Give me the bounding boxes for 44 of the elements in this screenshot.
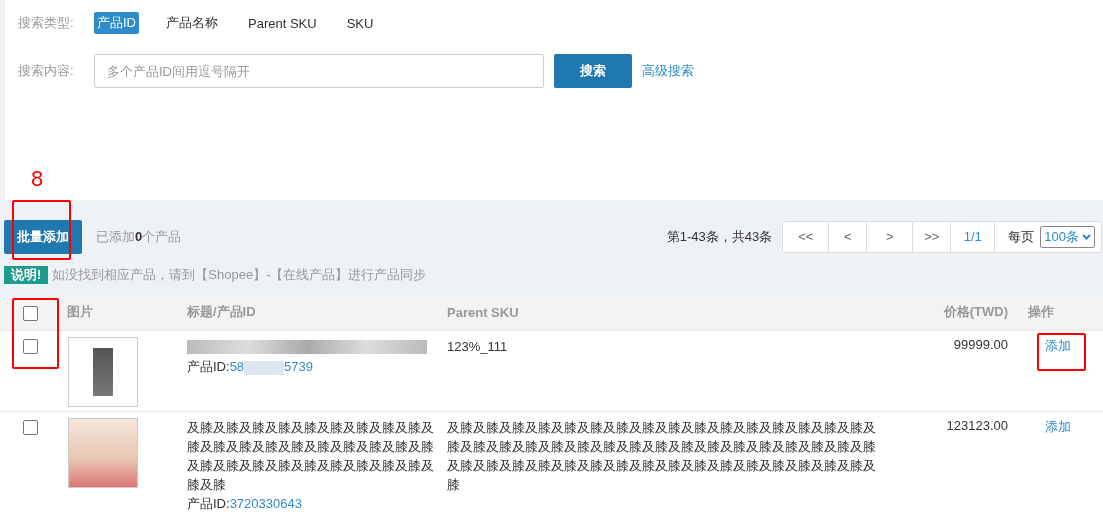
column-header: 标题/产品ID (187, 303, 256, 321)
bulk-add-button[interactable]: 批量添加 (4, 219, 82, 254)
price-text: 123123.00 (946, 418, 1008, 433)
add-link[interactable]: 添加 (1045, 419, 1071, 434)
column-header: 图片 (67, 303, 93, 321)
select-all-checkbox[interactable] (22, 305, 38, 321)
product-id-link[interactable]: 3720330643 (229, 496, 302, 511)
photo-placeholder (68, 418, 138, 488)
highlight-frame (12, 298, 59, 369)
chevron-down-icon (1082, 233, 1091, 240)
per-page-label: 每页 (1007, 227, 1036, 246)
search-type-option[interactable]: SKU (343, 13, 377, 33)
search-type-option[interactable]: Parent SKU (245, 13, 320, 33)
notice-text: 如没找到相应产品，请到【Shopee】-【在线产品】进行产品同步 (52, 265, 427, 284)
advanced-search-link[interactable]: 高级搜索 (642, 62, 694, 80)
row-checkbox[interactable] (22, 420, 38, 435)
row-checkbox[interactable] (22, 339, 38, 354)
product-id-label: 产品ID: (187, 496, 230, 511)
search-type-option[interactable]: 产品ID (94, 12, 139, 34)
product-title: 及膝及膝及膝及膝及膝及膝及膝及膝及膝及膝及膝及膝及膝及膝及膝及膝及膝及膝及膝及膝及膝及膝及膝及膝及膝及膝及膝及膝及膝及膝 (187, 419, 435, 494)
search-type-label: 搜索类型: (18, 14, 75, 32)
parent-sku-text: 及膝及膝及膝及膝及膝及膝及膝及膝及膝及膝及膝及膝及膝及膝及膝及膝及膝及膝及膝及膝及膝及膝及膝及膝及膝及膝及膝及膝及膝及膝及膝及膝及膝及膝及膝及膝及膝及膝及膝及膝及膝及膝及膝及膝及膝及膝及膝及膝及膝及膝 (447, 419, 877, 494)
range-text: 第1-43条，共43条 (666, 227, 773, 246)
search-field[interactable]: 多个产品ID间用逗号隔开 (94, 54, 544, 88)
add-link[interactable]: 添加 (1045, 338, 1071, 353)
highlight-frame (1037, 333, 1086, 371)
search-button[interactable]: 搜索 (554, 54, 632, 88)
parent-sku-text: 123%_111 (447, 338, 509, 356)
price-text: 99999.00 (953, 337, 1008, 352)
page-nav-button[interactable]: << (783, 221, 830, 252)
column-header: 价格(TWD) (943, 303, 1008, 321)
photo-placeholder (68, 337, 138, 407)
product-id-link[interactable]: 58 (229, 359, 245, 374)
column-header: 操作 (1028, 303, 1054, 321)
product-id-link[interactable]: 5739 (284, 359, 313, 374)
annotation-number: 8 (31, 166, 44, 192)
search-content-label: 搜索内容: (18, 62, 75, 80)
notice-badge: 说明! (4, 265, 49, 284)
per-page-select[interactable]: 100条 (1040, 225, 1095, 248)
product-id-label: 产品ID: (187, 359, 230, 374)
added-count-text: 已添加0个产品 (96, 227, 182, 246)
column-header: Parent SKU (447, 304, 519, 320)
search-type-option[interactable]: 产品名称 (163, 12, 221, 34)
highlight-frame (12, 200, 71, 260)
